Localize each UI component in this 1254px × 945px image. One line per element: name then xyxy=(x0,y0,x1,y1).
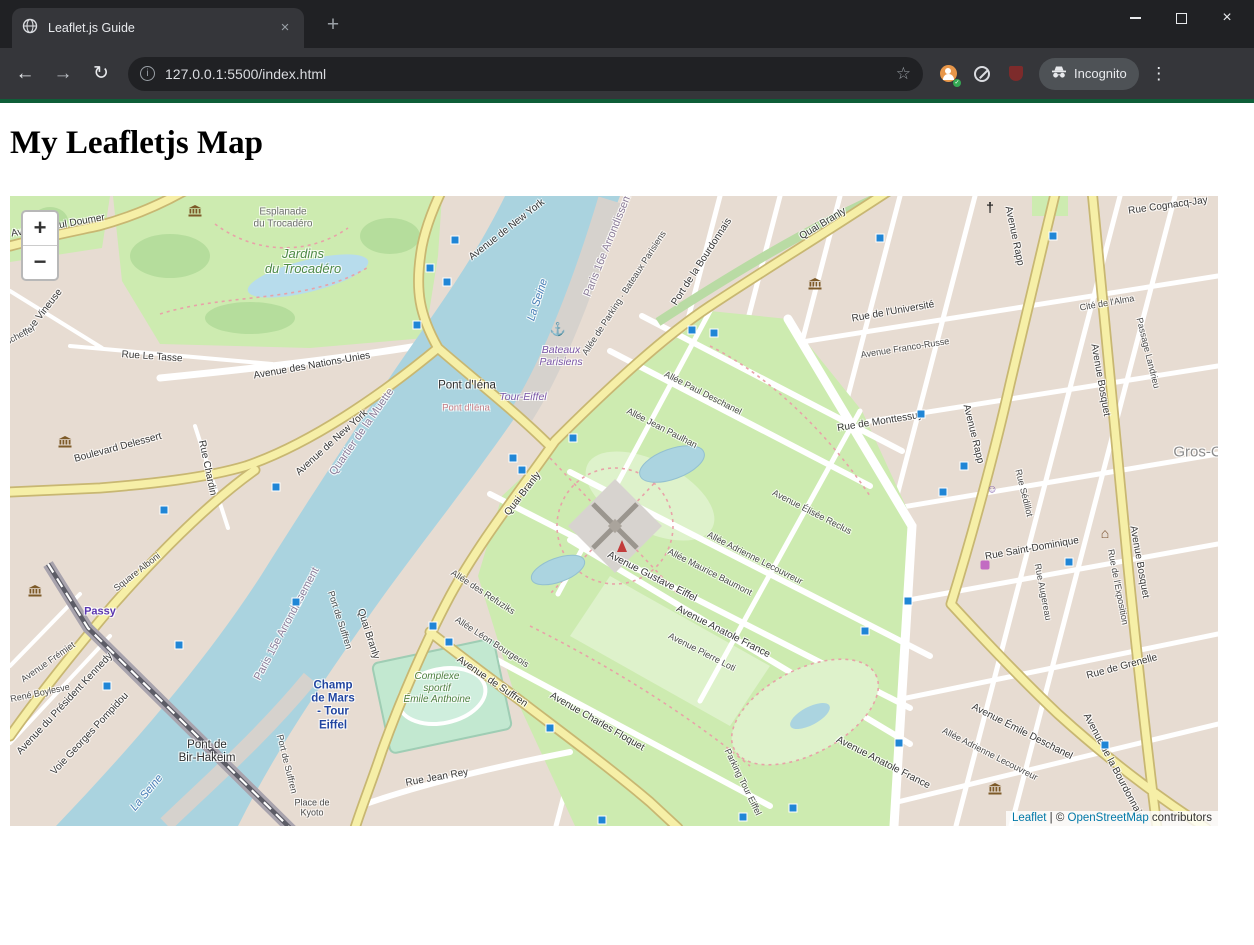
maximize-icon xyxy=(1175,12,1187,24)
incognito-spy-icon xyxy=(1051,65,1067,82)
map-tiles xyxy=(10,196,1218,826)
site-favicon-icon xyxy=(22,18,38,39)
attribution-separator: | © xyxy=(1046,812,1068,824)
zoom-out-button[interactable]: − xyxy=(23,246,57,279)
address-bar[interactable]: i 127.0.0.1:5500/index.html ☆ xyxy=(128,56,923,91)
attribution-suffix: contributors xyxy=(1148,812,1212,824)
web-page: My Leafletjs Map Esplanade du Trocadéro … xyxy=(0,103,1254,945)
menu-icon[interactable]: ⋮ xyxy=(1145,64,1173,84)
maximize-button[interactable] xyxy=(1158,2,1204,34)
zoom-in-button[interactable]: + xyxy=(23,212,57,246)
incognito-badge: Incognito xyxy=(1039,57,1139,90)
extension-profile-icon[interactable]: ✓ xyxy=(933,59,963,89)
browser-window: Leaflet.js Guide × + × ← → ↻ i 127.0.0.1… xyxy=(0,0,1254,103)
leaflet-map[interactable]: Esplanade du Trocadéro Jardins du Trocadé… xyxy=(10,196,1218,826)
shield-icon xyxy=(1009,66,1023,81)
browser-tab[interactable]: Leaflet.js Guide × xyxy=(12,8,304,48)
forward-button[interactable]: → xyxy=(46,57,80,91)
reload-button[interactable]: ↻ xyxy=(84,57,118,91)
new-tab-button[interactable]: + xyxy=(320,13,346,39)
window-controls: × xyxy=(1112,2,1250,34)
minimize-button[interactable] xyxy=(1112,2,1158,34)
tab-strip: Leaflet.js Guide × + × xyxy=(0,0,1254,48)
tab-title: Leaflet.js Guide xyxy=(48,21,135,35)
close-window-button[interactable]: × xyxy=(1204,2,1250,34)
bookmark-star-icon[interactable]: ☆ xyxy=(896,64,911,84)
osm-link[interactable]: OpenStreetMap xyxy=(1068,812,1149,824)
leaflet-link[interactable]: Leaflet xyxy=(1012,812,1047,824)
blocked-sign-icon xyxy=(974,65,990,82)
page-title: My Leafletjs Map xyxy=(10,125,263,161)
incognito-label: Incognito xyxy=(1074,66,1127,81)
browser-toolbar: ← → ↻ i 127.0.0.1:5500/index.html ☆ ✓ In… xyxy=(0,48,1254,99)
extension-blocker-icon[interactable] xyxy=(967,59,997,89)
minimize-icon xyxy=(1129,17,1141,19)
tab-close-icon[interactable]: × xyxy=(276,19,294,37)
site-info-icon[interactable]: i xyxy=(140,66,155,81)
check-icon: ✓ xyxy=(953,78,961,87)
map-attribution: Leaflet | © OpenStreetMap contributors xyxy=(1005,811,1218,826)
url-text: 127.0.0.1:5500/index.html xyxy=(165,65,327,82)
zoom-control: + − xyxy=(21,210,59,281)
extension-ublock-icon[interactable] xyxy=(1001,59,1031,89)
back-button[interactable]: ← xyxy=(8,57,42,91)
